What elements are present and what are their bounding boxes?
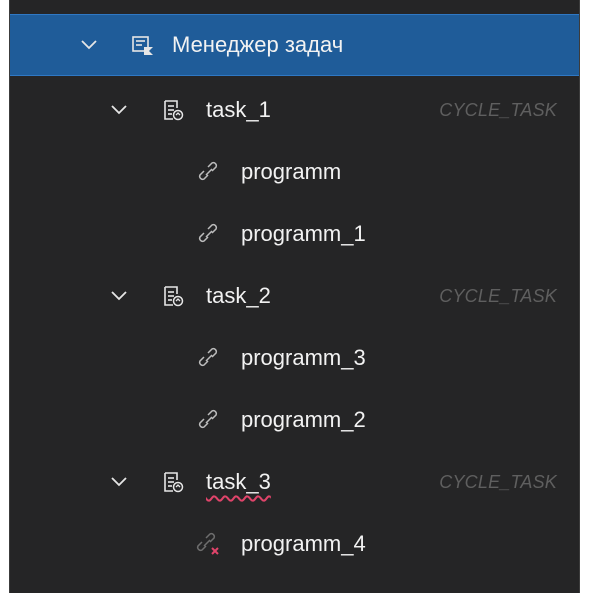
chevron-down-icon[interactable]: [78, 34, 100, 56]
program-label: programm_2: [241, 407, 366, 432]
task-label: task_2: [206, 283, 271, 308]
tree-item-programm-1[interactable]: programm_1: [10, 203, 579, 265]
link-icon: [195, 345, 221, 371]
task-list-icon: [160, 283, 186, 309]
task-label-error: task_3: [206, 469, 271, 494]
tree-item-task-3[interactable]: task_3 CYCLE_TASK: [10, 451, 579, 513]
link-icon: [195, 407, 221, 433]
task-list-icon: [160, 469, 186, 495]
tree-root-row[interactable]: Менеджер задач: [10, 14, 579, 76]
tree-item-programm-4[interactable]: programm_4: [10, 513, 579, 575]
tree-root-label: Менеджер задач: [172, 32, 344, 57]
chevron-down-icon[interactable]: [108, 99, 130, 121]
task-type-tag: CYCLE_TASK: [439, 285, 557, 306]
chevron-down-icon[interactable]: [108, 471, 130, 493]
task-type-tag: CYCLE_TASK: [439, 471, 557, 492]
program-label: programm_4: [241, 531, 366, 556]
tree-item-programm-3[interactable]: programm_3: [10, 327, 579, 389]
chevron-down-icon[interactable]: [108, 285, 130, 307]
task-list-icon: [160, 97, 186, 123]
program-label: programm_1: [241, 221, 366, 246]
broken-link-icon: [195, 531, 221, 557]
task-label: task_1: [206, 97, 271, 122]
task-type-tag: CYCLE_TASK: [439, 99, 557, 120]
link-icon: [195, 221, 221, 247]
task-tree-panel: Менеджер задач task_1 CYCLE_TASK program…: [9, 0, 580, 593]
tree-item-programm-2[interactable]: programm_2: [10, 389, 579, 451]
tree-item-task-2[interactable]: task_2 CYCLE_TASK: [10, 265, 579, 327]
task-manager-icon: [130, 32, 156, 58]
tree-item-task-1[interactable]: task_1 CYCLE_TASK: [10, 79, 579, 141]
tree-item-programm[interactable]: programm: [10, 141, 579, 203]
link-icon: [195, 159, 221, 185]
program-label: programm: [241, 159, 342, 184]
program-label: programm_3: [241, 345, 366, 370]
